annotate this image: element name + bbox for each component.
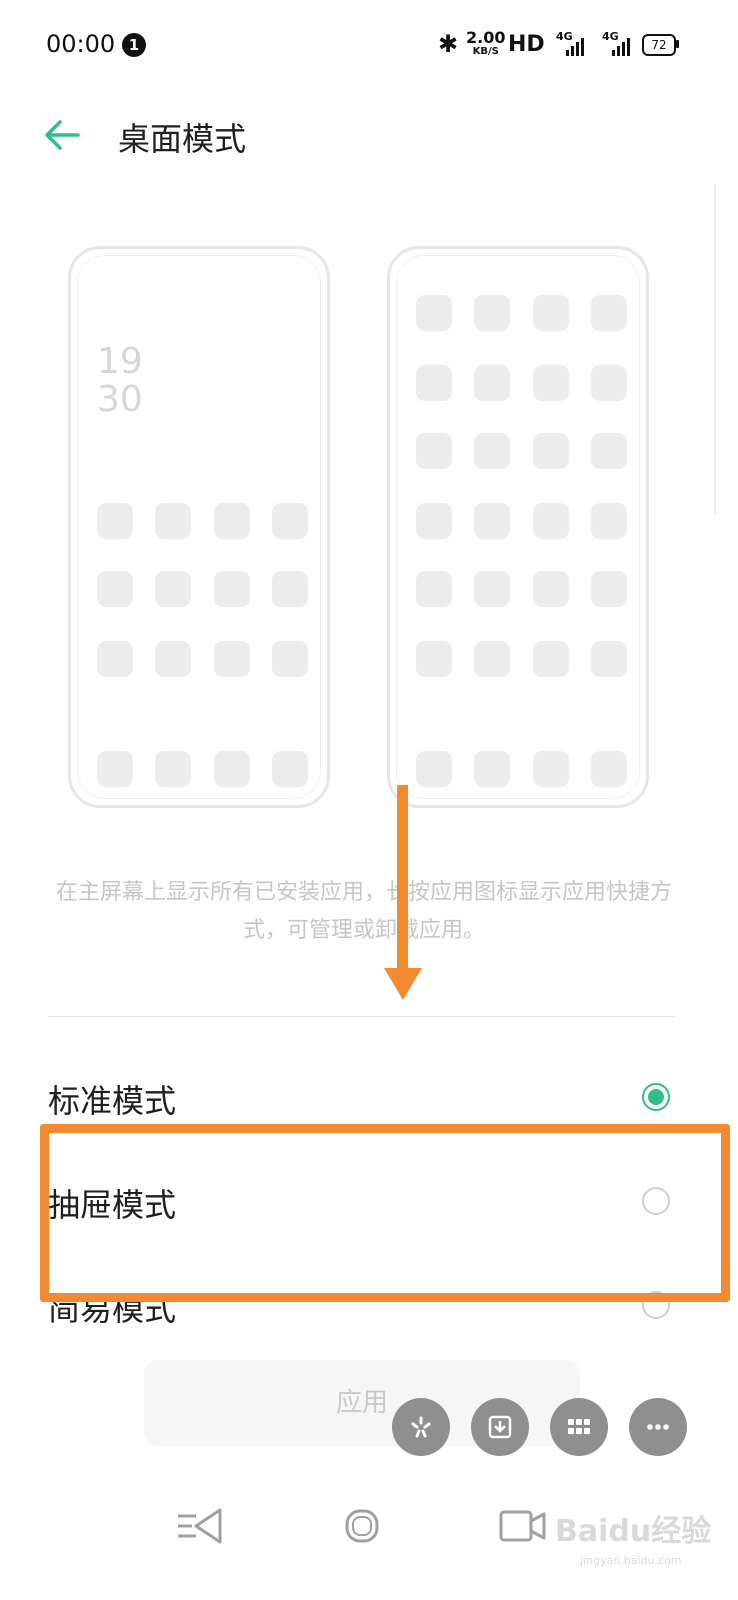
mode-description: 在主屏幕上显示所有已安装应用，长按应用图标显示应用快捷方式，可管理或卸载应用。 bbox=[55, 880, 672, 943]
battery-icon: 72 bbox=[642, 34, 676, 56]
page-title: 桌面模式 bbox=[118, 120, 247, 158]
radio-button-selected[interactable] bbox=[642, 1083, 670, 1111]
more-tool-button[interactable] bbox=[629, 1398, 687, 1456]
signal-1-label: 4G bbox=[556, 30, 573, 43]
drawer-mode-preview bbox=[387, 246, 649, 808]
app-icon-placeholder bbox=[591, 571, 627, 607]
app-icon-placeholder bbox=[272, 571, 308, 607]
app-icon-placeholder bbox=[416, 641, 452, 677]
download-tool-button[interactable] bbox=[471, 1398, 529, 1456]
app-icon-placeholder bbox=[272, 641, 308, 677]
signal-1-icon: 4G bbox=[556, 30, 586, 56]
network-speed: 2.00 KB/S bbox=[466, 30, 505, 58]
app-icon-placeholder bbox=[214, 751, 250, 787]
app-icon-placeholder bbox=[533, 641, 569, 677]
app-icon-placeholder bbox=[474, 295, 510, 331]
signal-2-label: 4G bbox=[602, 30, 619, 43]
nav-recents-icon[interactable] bbox=[498, 1506, 548, 1550]
app-icon-placeholder bbox=[416, 295, 452, 331]
option-label: 标准模式 bbox=[48, 1082, 177, 1120]
app-icon-placeholder bbox=[533, 365, 569, 401]
download-icon bbox=[488, 1415, 512, 1439]
app-icon-placeholder bbox=[214, 503, 250, 539]
app-icon-placeholder bbox=[155, 503, 191, 539]
divider bbox=[48, 1016, 676, 1017]
app-icon-placeholder bbox=[591, 433, 627, 469]
app-icon-placeholder bbox=[533, 571, 569, 607]
status-time: 00:00 bbox=[46, 30, 116, 58]
hd-indicator: HD bbox=[508, 32, 545, 57]
more-dots-icon bbox=[647, 1424, 669, 1430]
sparkle-tool-button[interactable] bbox=[392, 1398, 450, 1456]
nav-back-icon[interactable] bbox=[174, 1506, 224, 1550]
app-icon-placeholder bbox=[416, 503, 452, 539]
watermark-logo: Baidu经验 bbox=[555, 1514, 712, 1549]
app-icon-placeholder bbox=[474, 433, 510, 469]
app-icon-placeholder bbox=[591, 365, 627, 401]
app-icon-placeholder bbox=[214, 571, 250, 607]
battery-tip bbox=[676, 40, 679, 48]
network-speed-value: 2.00 bbox=[466, 28, 506, 47]
network-speed-unit: KB/S bbox=[472, 46, 499, 57]
nav-home-icon[interactable] bbox=[342, 1506, 382, 1550]
app-icon-placeholder bbox=[272, 751, 308, 787]
app-icon-placeholder bbox=[97, 503, 133, 539]
annotation-highlight-box bbox=[40, 1124, 730, 1302]
app-icon-placeholder bbox=[272, 503, 308, 539]
app-icon-placeholder bbox=[591, 751, 627, 787]
app-icon-placeholder bbox=[533, 295, 569, 331]
app-icon-placeholder bbox=[97, 751, 133, 787]
app-icon-placeholder bbox=[533, 433, 569, 469]
app-icon-placeholder bbox=[416, 751, 452, 787]
bluetooth-icon: ✱ bbox=[438, 30, 459, 58]
preview-clock-hours: 19 bbox=[97, 341, 143, 382]
sparkle-icon bbox=[411, 1416, 431, 1438]
app-icon-placeholder bbox=[97, 571, 133, 607]
annotation-arrow bbox=[397, 785, 408, 975]
app-icon-placeholder bbox=[474, 503, 510, 539]
app-icon-placeholder bbox=[533, 751, 569, 787]
annotation-arrow-head bbox=[384, 968, 422, 1000]
grid-tool-button[interactable] bbox=[550, 1398, 608, 1456]
app-icon-placeholder bbox=[97, 641, 133, 677]
notification-badge: 1 bbox=[122, 33, 146, 57]
app-icon-placeholder bbox=[591, 503, 627, 539]
app-icon-placeholder bbox=[533, 503, 569, 539]
app-icon-placeholder bbox=[155, 751, 191, 787]
back-arrow-icon[interactable] bbox=[40, 112, 86, 158]
app-icon-placeholder bbox=[474, 571, 510, 607]
app-icon-placeholder bbox=[416, 365, 452, 401]
scrollbar[interactable] bbox=[714, 184, 716, 514]
preview-clock-minutes: 30 bbox=[97, 379, 143, 420]
app-icon-placeholder bbox=[155, 571, 191, 607]
app-icon-placeholder bbox=[416, 571, 452, 607]
signal-2-icon: 4G bbox=[602, 30, 632, 56]
app-icon-placeholder bbox=[474, 641, 510, 677]
watermark-url: jingyan.baidu.com bbox=[580, 1554, 682, 1567]
app-icon-placeholder bbox=[214, 641, 250, 677]
app-icon-placeholder bbox=[474, 751, 510, 787]
app-icon-placeholder bbox=[591, 295, 627, 331]
app-icon-placeholder bbox=[474, 365, 510, 401]
grid-icon bbox=[568, 1419, 590, 1434]
app-icon-placeholder bbox=[591, 641, 627, 677]
app-icon-placeholder bbox=[155, 641, 191, 677]
standard-mode-preview: 19 30 bbox=[68, 246, 330, 808]
app-icon-placeholder bbox=[416, 433, 452, 469]
